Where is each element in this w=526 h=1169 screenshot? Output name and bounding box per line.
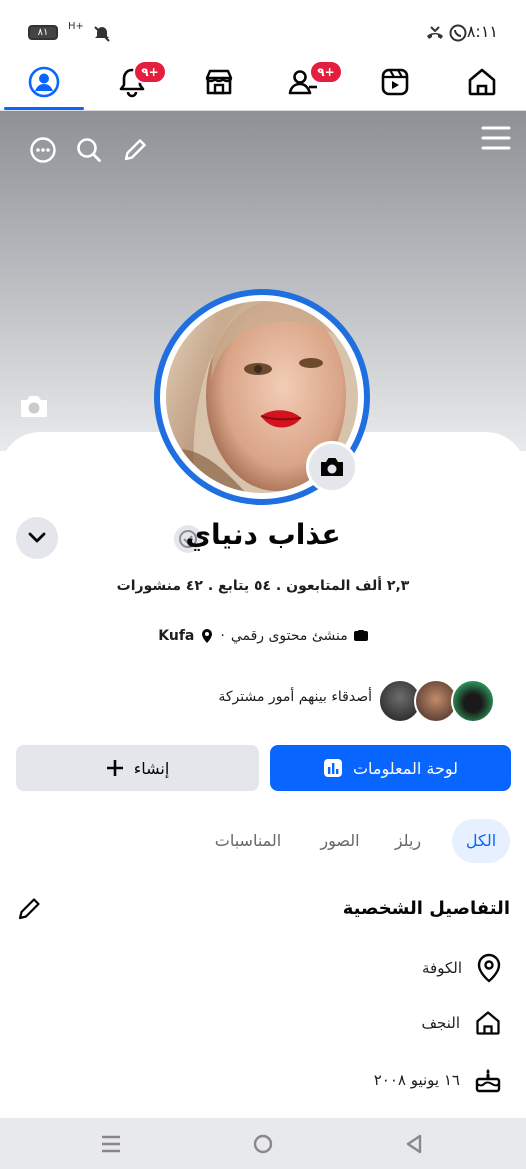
friend-requests-badge: ٩+: [309, 60, 343, 84]
tab-profile[interactable]: [4, 56, 84, 108]
notification-badge: ٩+: [133, 60, 167, 84]
tab-photos[interactable]: الصور: [310, 819, 370, 863]
mute-bell-icon: [94, 26, 110, 42]
video-icon: [381, 68, 409, 96]
store-icon: [205, 69, 233, 95]
create-button[interactable]: إنشاء: [16, 745, 259, 791]
camera-icon: [321, 458, 343, 476]
category-icon: [353, 630, 368, 641]
more-dots-icon: [30, 137, 56, 163]
tab-events[interactable]: المناسبات: [200, 819, 296, 863]
profile-name: عذاب دنياي: [185, 518, 341, 551]
status-bar: ٨١ H+ ٨:١١: [0, 0, 526, 60]
pencil-icon: [124, 139, 146, 161]
edit-details-icon[interactable]: [16, 896, 42, 922]
chart-icon: [323, 759, 342, 777]
back-icon[interactable]: [404, 1133, 424, 1155]
edit-profile-button[interactable]: [118, 133, 152, 167]
recent-apps-icon[interactable]: [100, 1134, 122, 1154]
missed-call-icon: [427, 26, 443, 39]
detail-text: الكوفة: [422, 959, 462, 977]
birthday-cake-icon: [475, 1069, 501, 1093]
home-icon: [476, 1011, 500, 1035]
system-navigation-bar: [0, 1118, 526, 1169]
detail-row-current-city: الكوفة: [422, 950, 502, 986]
menu-button[interactable]: [479, 121, 513, 155]
create-label: إنشاء: [133, 758, 170, 778]
location-pin-icon: [477, 953, 501, 983]
tab-home[interactable]: [442, 56, 522, 108]
active-tab-indicator: [4, 107, 84, 110]
more-options-button[interactable]: [26, 133, 60, 167]
tab-notifications[interactable]: ٩+: [92, 56, 172, 108]
profile-stats[interactable]: ٢,٣ ألف المتابعون . ٥٤ يتابع . ٤٢ منشورا…: [0, 578, 526, 594]
home-icon: [468, 68, 496, 96]
tab-friends[interactable]: ٩+: [263, 56, 343, 108]
search-button[interactable]: [72, 133, 106, 167]
dashboard-label: لوحة المعلومات: [352, 758, 459, 778]
details-title: التفاصيل الشخصية: [342, 898, 510, 919]
home-button-icon[interactable]: [252, 1133, 274, 1155]
tab-marketplace[interactable]: [179, 56, 259, 108]
dashboard-button[interactable]: لوحة المعلومات: [270, 745, 511, 791]
status-time: ٨:١١: [466, 22, 498, 41]
battery-indicator: ٨١: [28, 25, 58, 40]
edit-avatar-button[interactable]: [306, 441, 358, 493]
profile-icon: [28, 66, 60, 98]
location-text: Kufa: [158, 628, 195, 644]
plus-icon: [106, 760, 123, 776]
tab-all[interactable]: الكل: [452, 819, 510, 863]
detail-row-hometown: النجف: [422, 1005, 502, 1041]
mutual-friends-text[interactable]: أصدقاء بينهم أمور مشتركة: [218, 689, 372, 705]
top-navigation: ٩+ ٩+: [0, 56, 526, 111]
signal-indicator: H+: [68, 22, 84, 32]
detail-text: ١٦ يونيو ٢٠٠٨: [373, 1071, 460, 1089]
camera-icon: [21, 396, 47, 417]
hamburger-menu-icon: [481, 126, 511, 150]
whatsapp-icon: [449, 24, 467, 42]
tab-reels[interactable]: [355, 56, 435, 108]
profile-meta: منشئ محتوى رقمي · Kufa: [0, 628, 526, 644]
detail-row-birthday: ١٦ يونيو ٢٠٠٨: [374, 1062, 502, 1098]
mutual-friend-avatar[interactable]: [451, 679, 495, 723]
network-type: H+: [68, 21, 84, 32]
category-text: منشئ محتوى رقمي: [230, 628, 348, 644]
search-icon: [77, 138, 101, 162]
tab-reels-content[interactable]: ريلز: [383, 819, 433, 863]
meta-separator: ·: [220, 628, 225, 644]
detail-text: النجف: [421, 1014, 460, 1032]
location-pin-icon: [202, 629, 213, 643]
edit-cover-button[interactable]: [17, 389, 51, 423]
